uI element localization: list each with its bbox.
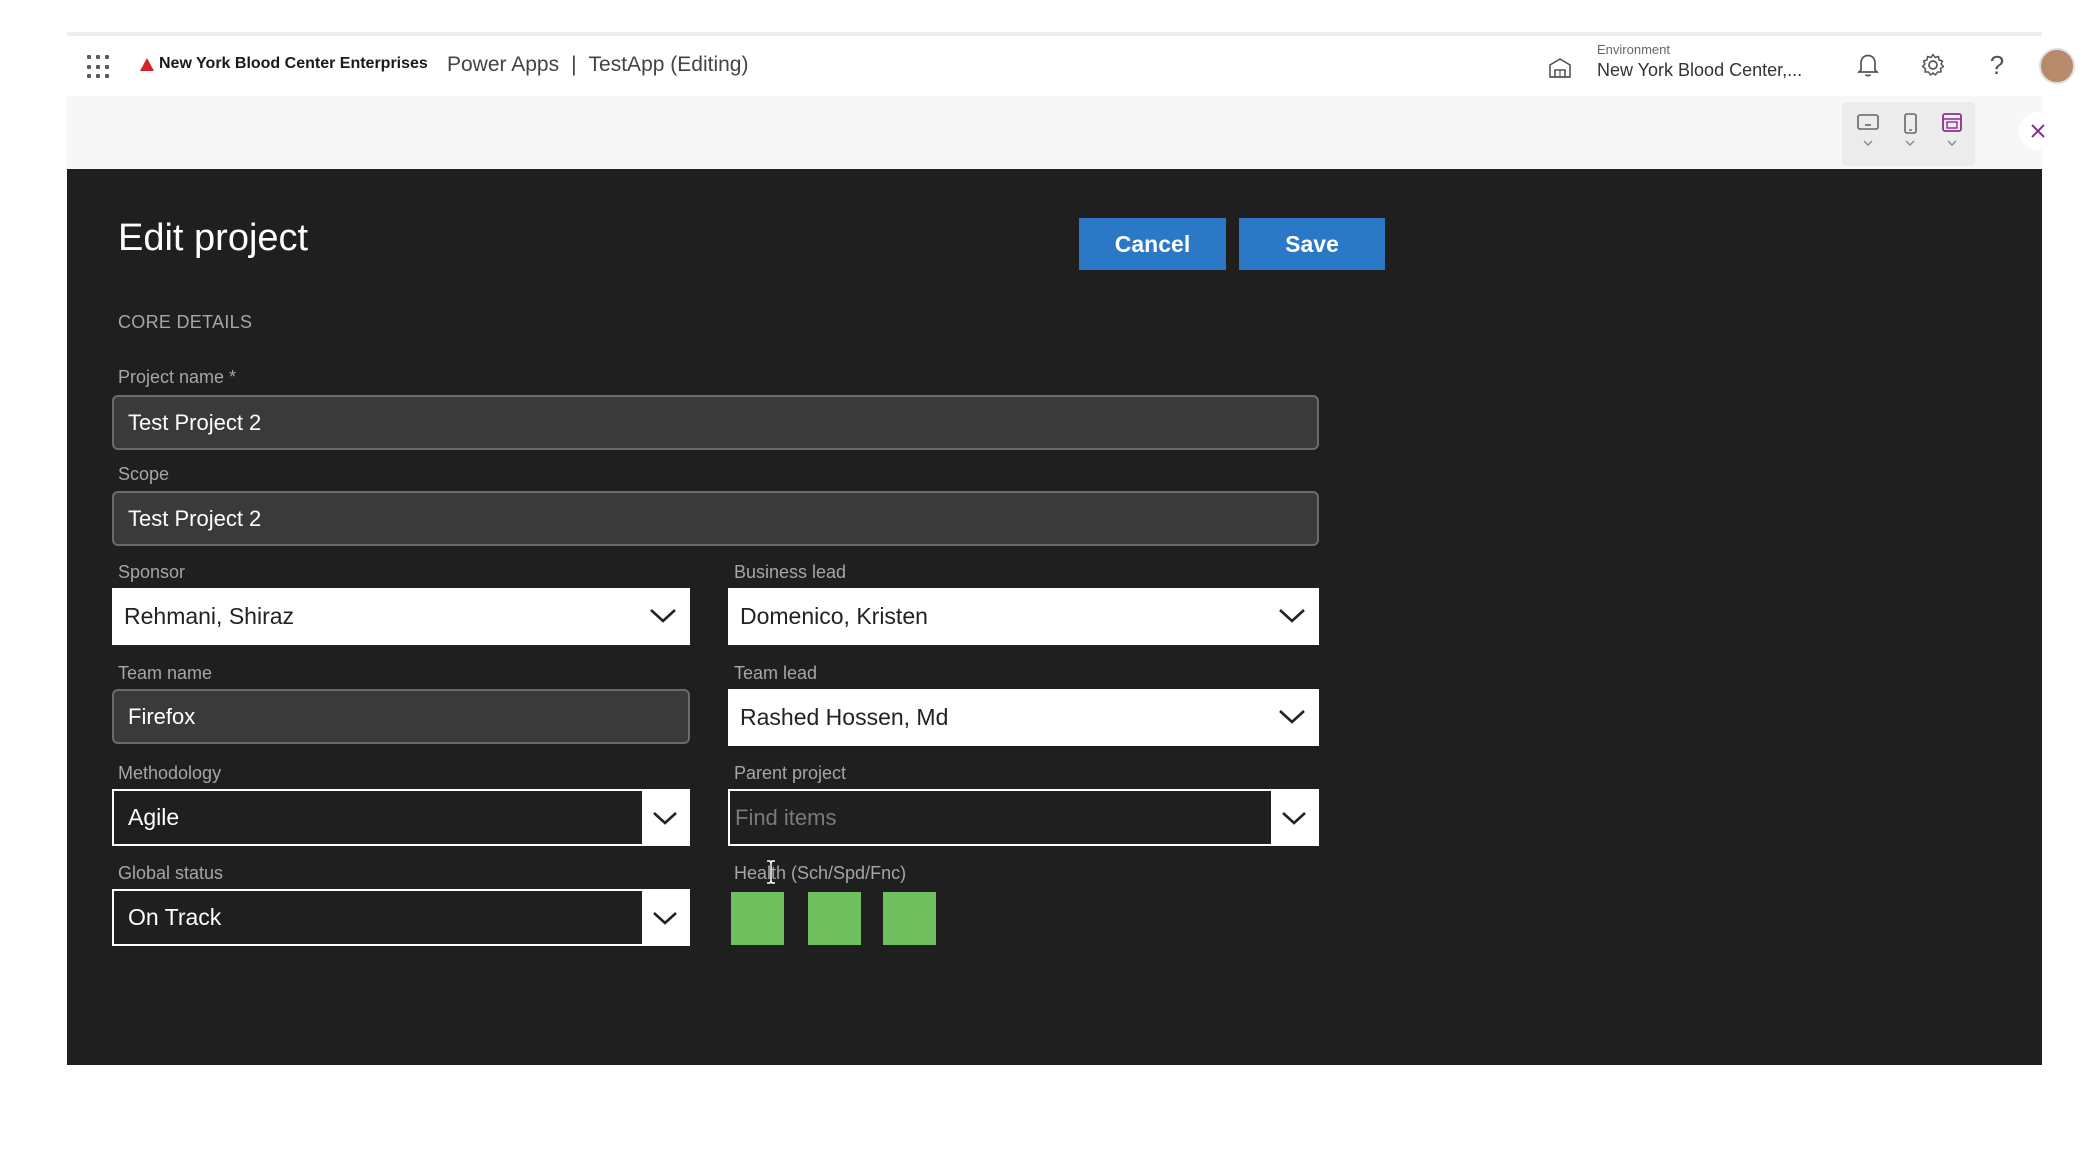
building-icon [1549, 58, 1571, 78]
team-name-field[interactable]: Firefox [112, 689, 690, 744]
health-label: Health (Sch/Spd/Fnc) [734, 863, 907, 883]
chevron-down-icon [653, 911, 677, 925]
business-lead-dropdown[interactable]: Domenico, Kristen [728, 588, 1319, 645]
health-schedule-indicator[interactable] [731, 892, 784, 945]
health-spend-indicator[interactable] [808, 892, 861, 945]
parent-project-dropdown-arrow[interactable] [1271, 791, 1317, 844]
text-cursor-icon [767, 860, 775, 884]
chevron-down-icon [1279, 710, 1305, 724]
brand-triangle-icon [140, 57, 154, 71]
environment-picker[interactable]: New York Blood Center,... [1597, 60, 1802, 81]
chevron-down-icon [1863, 140, 1873, 146]
business-lead-value: Domenico, Kristen [740, 603, 928, 629]
methodology-value: Agile [128, 804, 180, 830]
app-title: Power Apps | TestApp (Editing) [447, 53, 748, 77]
parent-project-label: Parent project [734, 763, 847, 783]
studio-toolbar [67, 96, 2057, 169]
title-separator: | [571, 53, 577, 76]
chevron-down-icon [1282, 811, 1306, 825]
global-status-label: Global status [118, 863, 224, 883]
parent-project-search-input[interactable] [730, 791, 1271, 844]
chevron-down-icon [1279, 609, 1305, 623]
close-preview-button[interactable] [2019, 112, 2057, 150]
preview-device-group [1842, 102, 1975, 166]
sponsor-value: Rehmani, Shiraz [124, 603, 295, 629]
tablet-icon [1857, 114, 1879, 130]
cancel-button[interactable]: Cancel [1079, 218, 1226, 270]
scope-field[interactable]: Test Project 2 [112, 491, 1319, 546]
project-name-field[interactable]: Test Project 2 [112, 395, 1319, 450]
chevron-down-icon [1947, 140, 1957, 146]
section-heading-core-details: CORE DETAILS [118, 312, 253, 332]
page-title: Edit project [118, 217, 309, 259]
app-header: New York Blood Center Enterprises Power … [67, 36, 2075, 96]
sponsor-label: Sponsor [118, 562, 186, 582]
bell-icon[interactable] [1854, 51, 1882, 79]
app-canvas: Edit project Cancel Save CORE DETAILS Pr… [67, 169, 2042, 1065]
brand-name: New York Blood Center Enterprises [159, 55, 428, 72]
phone-icon [1904, 113, 1917, 134]
health-function-indicator[interactable] [883, 892, 936, 945]
methodology-dropdown[interactable]: Agile [112, 789, 690, 846]
business-lead-label: Business lead [734, 562, 847, 582]
methodology-dropdown-arrow[interactable] [642, 791, 688, 844]
project-name-label: Project name * [118, 367, 237, 387]
team-lead-value: Rashed Hossen, Md [740, 704, 949, 730]
scope-label: Scope [118, 464, 170, 484]
team-lead-label: Team lead [734, 663, 818, 683]
methodology-label: Methodology [118, 763, 222, 783]
team-name-label: Team name [118, 663, 213, 683]
avatar[interactable] [2039, 48, 2075, 84]
global-status-value: On Track [128, 904, 222, 930]
app-launcher-icon[interactable] [87, 55, 111, 79]
gear-icon[interactable] [1919, 51, 1947, 79]
chevron-down-icon [653, 811, 677, 825]
app-name: TestApp (Editing) [588, 53, 749, 76]
sponsor-dropdown[interactable]: Rehmani, Shiraz [112, 588, 690, 645]
team-lead-dropdown[interactable]: Rashed Hossen, Md [728, 689, 1319, 746]
environment-label: Environment [1597, 42, 1670, 57]
chevron-down-icon [1905, 140, 1915, 146]
global-status-dropdown-arrow[interactable] [642, 891, 688, 944]
parent-project-combobox[interactable] [728, 789, 1319, 846]
save-button[interactable]: Save [1239, 218, 1385, 270]
phone-preview-button[interactable] [1894, 112, 1926, 158]
web-preview-button[interactable] [1936, 112, 1968, 158]
chevron-down-icon [650, 609, 676, 623]
product-name: Power Apps [447, 53, 560, 76]
browser-icon [1942, 113, 1962, 132]
global-status-dropdown[interactable]: On Track [112, 889, 690, 946]
question-icon[interactable]: ? [1983, 50, 2011, 80]
brand-logo: New York Blood Center Enterprises [140, 55, 428, 73]
tablet-preview-button[interactable] [1852, 112, 1884, 158]
close-icon [2031, 124, 2045, 138]
